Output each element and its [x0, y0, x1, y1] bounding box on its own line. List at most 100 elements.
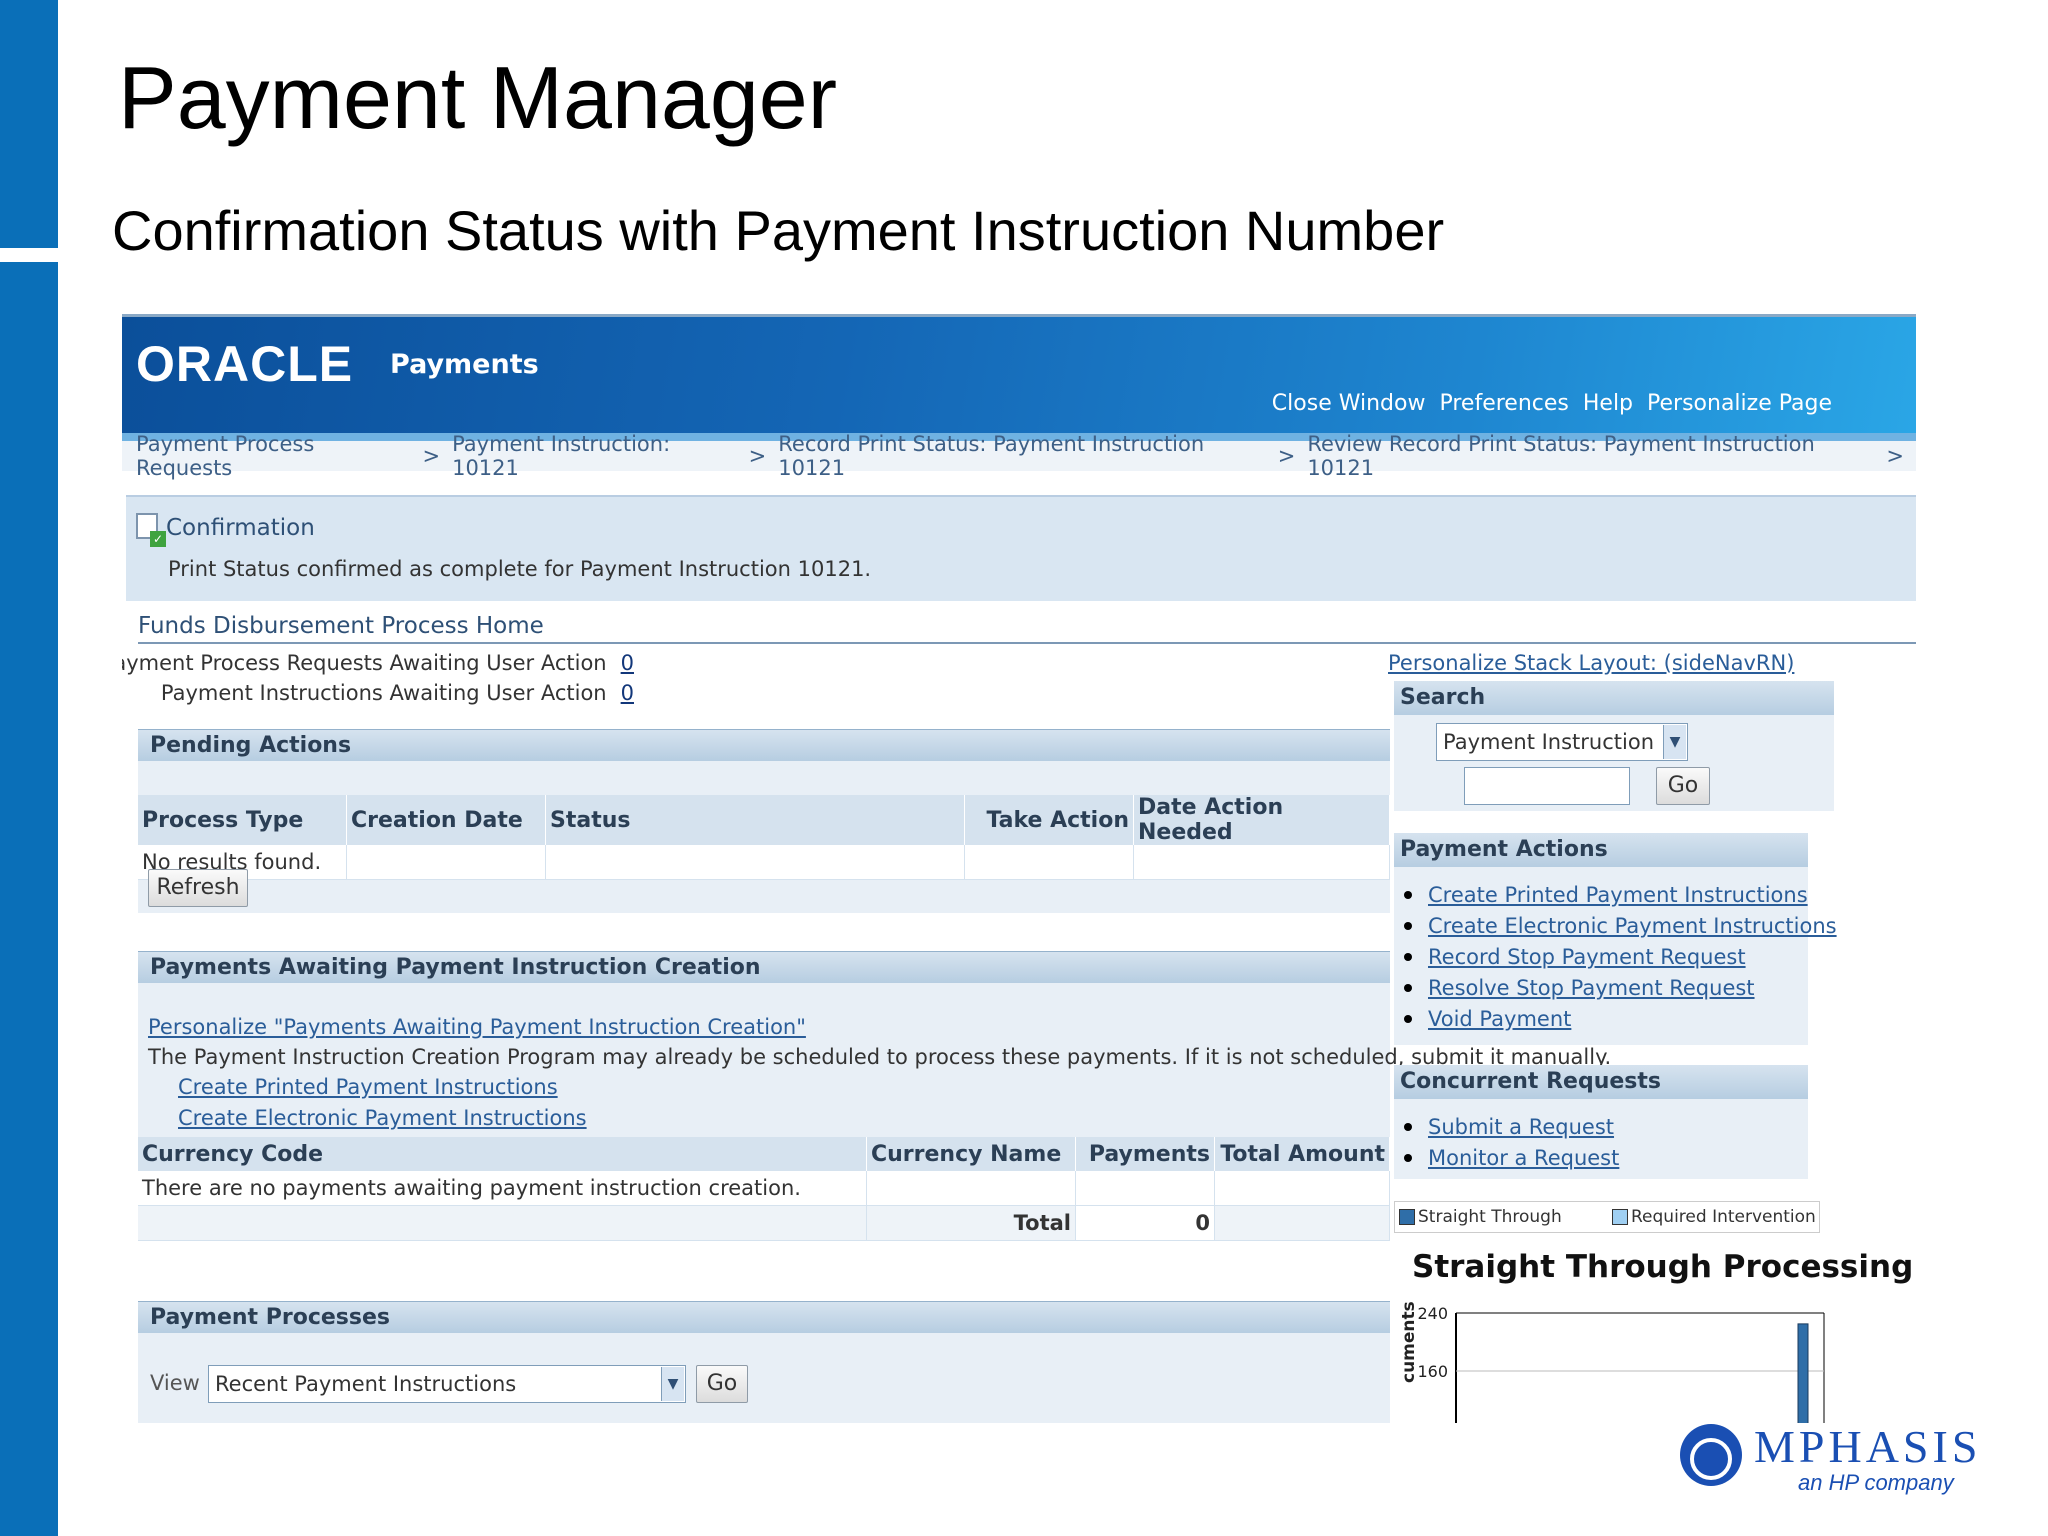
- breadcrumb: Payment Process Requests > Payment Instru…: [122, 432, 1916, 480]
- table-cell: [346, 845, 546, 880]
- total-value: 0: [1075, 1205, 1215, 1241]
- legend-label: Required Intervention: [1631, 1207, 1816, 1227]
- slide-accent-bar-top: [0, 0, 58, 248]
- y-tick-label: 160: [1417, 1362, 1448, 1381]
- void-payment-link[interactable]: Void Payment: [1428, 1007, 1571, 1031]
- chart-bar: [1797, 1323, 1809, 1423]
- search-input[interactable]: [1464, 767, 1630, 805]
- payment-actions-title: Payment Actions: [1394, 833, 1808, 867]
- search-go-button[interactable]: Go: [1656, 767, 1710, 805]
- column-header: Process Type: [138, 795, 347, 845]
- close-window-link[interactable]: Close Window: [1272, 391, 1426, 416]
- slide-title: Payment Manager: [118, 48, 838, 147]
- summary-row: Payment Process Requests Awaiting User A…: [122, 651, 634, 675]
- table-cell: [1214, 1205, 1390, 1241]
- search-panel: Search Payment Instruction ▼ Go: [1394, 681, 1834, 811]
- search-type-select[interactable]: Payment Instruction ▼: [1436, 723, 1688, 761]
- resolve-stop-link[interactable]: Resolve Stop Payment Request: [1428, 976, 1755, 1000]
- record-stop-link[interactable]: Record Stop Payment Request: [1428, 945, 1746, 969]
- slide-subtitle: Confirmation Status with Payment Instruc…: [112, 199, 1445, 262]
- table-cell: [545, 845, 965, 880]
- legend-swatch: [1612, 1209, 1628, 1225]
- bullet-icon: [1404, 921, 1412, 930]
- slide-accent-bar: [0, 262, 58, 1536]
- create-electronic-link[interactable]: Create Electronic Payment Instructions: [1428, 914, 1837, 938]
- list-item: Submit a Request: [1404, 1111, 1619, 1142]
- divider: [138, 642, 1916, 644]
- chevron-down-icon: ▼: [1663, 725, 1686, 759]
- column-header: Currency Code: [138, 1137, 867, 1171]
- search-panel-title: Search: [1394, 681, 1834, 715]
- column-header: Status: [545, 795, 965, 845]
- view-go-button[interactable]: Go: [696, 1365, 748, 1403]
- column-header: Take Action: [964, 795, 1134, 845]
- personalize-awaiting-link[interactable]: Personalize "Payments Awaiting Payment I…: [148, 1015, 806, 1039]
- table-cell: [138, 1205, 867, 1241]
- awaiting-table: Currency Code Currency Name Payments Tot…: [138, 1137, 1390, 1241]
- confirmation-message: ✓ Confirmation Print Status confirmed as…: [126, 495, 1916, 601]
- column-header: Payments: [1075, 1137, 1215, 1171]
- oracle-header: ORACLE Payments Close Window Preferences…: [122, 317, 1916, 433]
- monitor-request-link[interactable]: Monitor a Request: [1428, 1146, 1619, 1170]
- summary-label: Payment Instructions Awaiting User Actio…: [160, 681, 607, 705]
- table-row: No results found.: [138, 845, 1390, 880]
- check-icon: ✓: [150, 531, 166, 547]
- legend-swatch: [1399, 1209, 1415, 1225]
- payment-processes-header: Payment Processes: [138, 1301, 1390, 1333]
- bullet-icon: [1404, 983, 1412, 992]
- create-printed-instructions-link[interactable]: Create Printed Payment Instructions: [178, 1075, 558, 1099]
- preferences-link[interactable]: Preferences: [1439, 391, 1568, 416]
- breadcrumb-item[interactable]: Payment Instruction: 10121: [452, 432, 737, 480]
- list-item: Record Stop Payment Request: [1404, 941, 1837, 972]
- help-link[interactable]: Help: [1583, 391, 1633, 416]
- column-header: Creation Date: [346, 795, 546, 845]
- breadcrumb-item[interactable]: Record Print Status: Payment Instruction…: [778, 432, 1265, 480]
- breadcrumb-item[interactable]: Payment Process Requests: [136, 432, 410, 480]
- mphasis-wordmark: MPHASIS: [1754, 1421, 1982, 1472]
- home-title: Funds Disbursement Process Home: [138, 613, 544, 639]
- summary-label: Payment Process Requests Awaiting User A…: [122, 651, 607, 675]
- list-item: Void Payment: [1404, 1003, 1837, 1034]
- confirmation-text: Print Status confirmed as complete for P…: [168, 557, 872, 581]
- personalize-page-link[interactable]: Personalize Page: [1647, 391, 1832, 416]
- mphasis-inner-ring: [1690, 1438, 1732, 1480]
- table-cell: [1133, 845, 1390, 880]
- column-header: Currency Name: [866, 1137, 1076, 1171]
- concurrent-requests-list: Submit a Request Monitor a Request: [1404, 1111, 1619, 1173]
- breadcrumb-item[interactable]: Review Record Print Status: Payment Inst…: [1307, 432, 1874, 480]
- bullet-icon: [1404, 952, 1412, 961]
- view-select[interactable]: Recent Payment Instructions ▼: [208, 1365, 686, 1403]
- straight-through-chart: cuments 240 160 80: [1399, 1301, 1825, 1423]
- summary-count-link[interactable]: 0: [621, 681, 634, 705]
- chevron-down-icon: ▼: [661, 1367, 684, 1401]
- payment-actions-panel: Payment Actions Create Printed Payment I…: [1394, 833, 1837, 1045]
- chart-title: Straight Through Processing: [1412, 1249, 1914, 1285]
- refresh-button[interactable]: Refresh: [148, 869, 248, 907]
- view-select-value: Recent Payment Instructions: [215, 1372, 517, 1396]
- mphasis-circle-icon: [1680, 1424, 1742, 1486]
- y-tick-label: 80: [1428, 1420, 1448, 1423]
- breadcrumb-separator: >: [1277, 444, 1296, 468]
- empty-message: There are no payments awaiting payment i…: [138, 1171, 867, 1206]
- table-cell: [866, 1171, 1076, 1206]
- app-name: Payments: [390, 349, 539, 380]
- view-label: View: [150, 1371, 200, 1395]
- table-cell: [1214, 1171, 1390, 1206]
- breadcrumb-separator: >: [1886, 444, 1904, 468]
- bullet-icon: [1404, 1014, 1412, 1023]
- confirmation-title: Confirmation: [166, 515, 315, 541]
- table-header-row: Process Type Creation Date Status Take A…: [138, 795, 1390, 845]
- oracle-payments-screenshot: ORACLE Payments Close Window Preferences…: [122, 314, 1916, 1423]
- pending-actions-header: Pending Actions: [138, 729, 1390, 761]
- y-tick-label: 240: [1417, 1304, 1448, 1323]
- create-printed-link[interactable]: Create Printed Payment Instructions: [1428, 883, 1808, 907]
- create-electronic-instructions-link[interactable]: Create Electronic Payment Instructions: [178, 1106, 587, 1130]
- table-header-row: Currency Code Currency Name Payments Tot…: [138, 1137, 1390, 1171]
- summary-row: Payment Instructions Awaiting User Actio…: [161, 681, 634, 705]
- summary-count-link[interactable]: 0: [621, 651, 634, 675]
- column-header: Total Amount: [1214, 1137, 1390, 1171]
- bullet-icon: [1404, 890, 1412, 899]
- chart-legend: Straight Through Required Intervention: [1394, 1201, 1820, 1233]
- personalize-stack-link[interactable]: Personalize Stack Layout: (sideNavRN): [1388, 651, 1794, 675]
- submit-request-link[interactable]: Submit a Request: [1428, 1115, 1614, 1139]
